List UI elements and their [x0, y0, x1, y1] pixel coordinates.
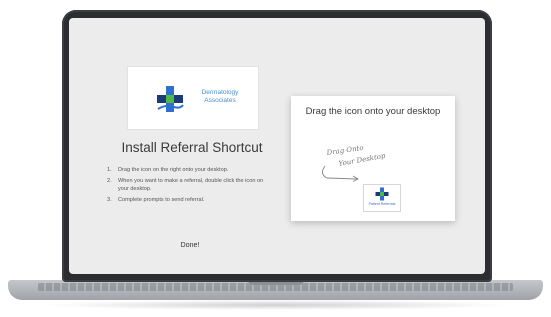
- arrow-icon: [322, 165, 358, 180]
- handwritten-hint: Drag Onto Your Desktop: [322, 146, 387, 182]
- instruction-step: 2. When you want to make a referral, dou…: [107, 177, 267, 193]
- logo-text: Dermatology Associates: [188, 89, 252, 105]
- logo-name-line2: Associates: [204, 97, 236, 104]
- logo-name-line1: Dermatology: [201, 89, 239, 96]
- laptop-screen: Dermatology Associates Install Referral …: [69, 18, 485, 274]
- referral-shortcut-icon[interactable]: Patient Referrals: [363, 184, 401, 212]
- laptop-shadow: [40, 300, 510, 310]
- shortcut-label: Patient Referrals: [368, 202, 396, 206]
- laptop-base: [8, 280, 543, 300]
- drag-card-title: Drag the icon onto your desktop: [305, 106, 441, 117]
- done-button[interactable]: Done!: [169, 240, 211, 252]
- step-text: When you want to make a referral, double…: [118, 178, 264, 192]
- drag-card: Drag the icon onto your desktop Drag Ont…: [291, 96, 455, 221]
- page-title: Install Referral Shortcut: [121, 140, 263, 155]
- step-number: 3.: [107, 197, 112, 203]
- instruction-step: 1. Drag the icon on the right onto your …: [107, 166, 267, 174]
- medical-cross-icon: [375, 187, 389, 201]
- logo-card: Dermatology Associates: [127, 66, 259, 130]
- laptop-lid: Dermatology Associates Install Referral …: [62, 10, 492, 282]
- step-text: Complete prompts to send referral.: [118, 197, 205, 203]
- step-text: Drag the icon on the right onto your des…: [118, 167, 229, 173]
- step-number: 1.: [107, 167, 112, 173]
- step-number: 2.: [107, 178, 112, 184]
- handwriting-line1: Drag Onto: [325, 146, 364, 157]
- instruction-list: 1. Drag the icon on the right onto your …: [107, 166, 267, 207]
- medical-cross-icon: [157, 86, 184, 112]
- instruction-step: 3. Complete prompts to send referral.: [107, 196, 267, 204]
